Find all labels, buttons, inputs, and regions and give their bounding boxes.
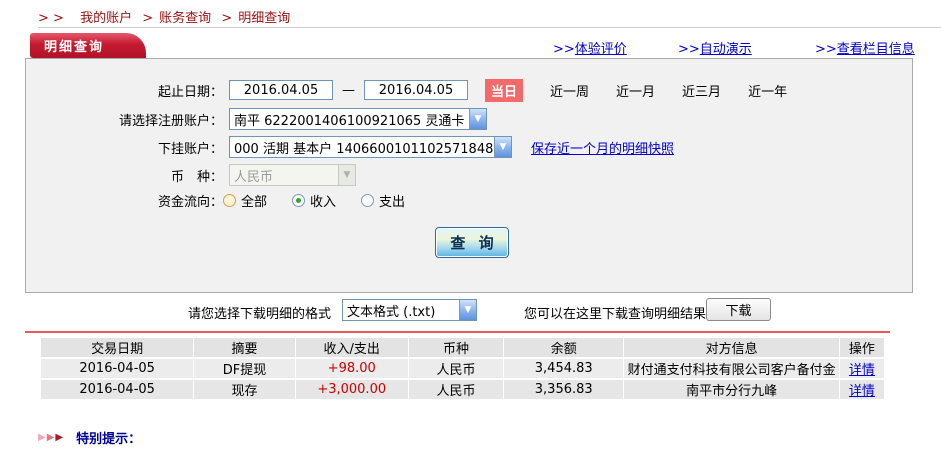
quick-range-today-button[interactable]: 当日 [485,78,524,102]
breadcrumb-separator: > [142,11,154,26]
save-snapshot-link[interactable]: 保存近一个月的明细快照 [531,138,674,157]
sub-account-select[interactable]: 000 活期 基本户 1406600101102571848 ▼ [229,136,512,158]
breadcrumb-item-detail-query[interactable]: 明细查询 [238,11,290,26]
detail-query-page: > > 我的账户 > 账务查询 > 明细查询 明细查询 >>体验评价 >>自动演示 … [0,0,941,455]
special-notice: ▶ ▶ ▶ 特别提示： [38,428,141,447]
dropdown-arrow-icon: ▼ [494,137,511,157]
transaction-table: 交易日期 摘要 收入/支出 币种 余额 对方信息 操作 2016-04-05 D… [40,336,885,401]
radio-icon[interactable] [361,193,375,207]
quick-range-week[interactable]: 近一周 [550,81,589,100]
registered-account-row: 请选择注册账户： 南平 6222001406100921065 灵通卡 ▼ [26,107,912,131]
radio-icon[interactable] [223,193,236,207]
quick-range-year[interactable]: 近一年 [748,81,787,100]
flow-direction-label: 资金流向： [157,194,223,210]
dropdown-arrow-icon: ▼ [459,300,476,320]
cell-balance: 3,454.83 [504,359,624,378]
query-form-panel: 起止日期： — 当日 近一周 近一月 近三月 近一年 请选择注册账户： 南平 6… [25,58,913,293]
breadcrumb-separator: > [221,11,233,26]
detail-link[interactable]: 详情 [849,384,875,399]
table-row: 2016-04-05 现存 +3,000.00 人民币 3,356.83 南平市… [41,380,884,399]
cell-currency: 人民币 [408,359,504,378]
download-hint: 您可以在这里下载查询明细结果 [524,307,707,322]
cell-date: 2016-04-05 [41,359,194,378]
end-date-input[interactable] [364,80,468,100]
column-header-balance: 余额 [504,338,624,357]
breadcrumb-prefix: > > [38,11,64,26]
cell-currency: 人民币 [408,380,504,399]
auto-demo-link[interactable]: >>自动演示 [678,38,752,57]
currency-row: 币 种： 人民币 ▼ [26,163,912,187]
cell-summary: DF提现 [194,359,295,378]
detail-link[interactable]: 详情 [849,363,875,378]
table-row: 2016-04-05 DF提现 +98.00 人民币 3,454.83 财付通支… [41,359,884,378]
download-format-label: 请您选择下载明细的格式 [188,307,332,322]
table-header-row: 交易日期 摘要 收入/支出 币种 余额 对方信息 操作 [41,338,884,357]
quick-range-month[interactable]: 近一月 [616,81,655,100]
sub-account-row: 下挂账户： 000 活期 基本户 1406600101102571848 ▼ 保… [26,135,912,159]
cell-balance: 3,356.83 [504,380,624,399]
column-header-summary: 摘要 [194,338,295,357]
cell-summary: 现存 [194,380,295,399]
experience-review-link[interactable]: >>体验评价 [553,38,627,57]
dropdown-arrow-icon: ▼ [469,109,486,129]
download-format-select[interactable]: 文本格式 (.txt) ▼ [342,299,477,321]
breadcrumb-item-account-query[interactable]: 账务查询 [159,11,211,26]
column-header-action: 操作 [839,338,884,357]
cell-counterparty: 南平市分行九峰 [624,380,839,399]
column-header-amount: 收入/支出 [295,338,408,357]
flow-radio-expense[interactable]: 支出 [361,191,405,210]
download-button[interactable]: 下载 [706,298,771,321]
header-divider [38,27,941,28]
notice-arrow-icon: ▶ [38,432,46,443]
start-date-input[interactable] [229,80,333,100]
breadcrumb-item-my-account[interactable]: 我的账户 [80,11,132,26]
page-title-tab: 明细查询 [30,33,146,58]
flow-radio-all[interactable]: 全部 [223,191,267,210]
cell-amount: +3,000.00 [295,380,408,399]
notice-arrow-icon: ▶ [46,432,55,443]
column-header-date: 交易日期 [41,338,194,357]
dropdown-arrow-icon: ▼ [338,165,355,185]
flow-direction-row: 资金流向： 全部 收入 支出 [26,190,912,210]
column-header-counterparty: 对方信息 [624,338,839,357]
date-range-dash: — [342,82,355,98]
download-row: 请您选择下载明细的格式 文本格式 (.txt) ▼ 您可以在这里下载查询明细结果… [0,298,941,324]
date-range-label: 起止日期： [157,84,223,100]
cell-counterparty: 财付通支付科技有限公司客户备付金 [624,359,839,378]
cell-action: 详情 [839,359,884,378]
sub-account-label: 下挂账户： [157,141,223,157]
notice-label: 特别提示： [76,432,142,447]
column-info-link[interactable]: >>查看栏目信息 [815,38,915,57]
registered-account-select[interactable]: 南平 6222001406100921065 灵通卡 ▼ [229,108,487,130]
cell-amount: +98.00 [295,359,408,378]
cell-action: 详情 [839,380,884,399]
currency-label: 币 种： [170,169,223,185]
cell-date: 2016-04-05 [41,380,194,399]
column-header-currency: 币种 [408,338,504,357]
notice-arrow-icon: ▶ [55,432,64,443]
query-button[interactable]: 查 询 [435,227,509,258]
date-range-row: 起止日期： — 当日 近一周 近一月 近三月 近一年 [26,78,912,102]
currency-select: 人民币 ▼ [229,164,356,186]
radio-selected-icon[interactable] [292,193,306,207]
breadcrumb: > > 我的账户 > 账务查询 > 明细查询 [38,7,290,26]
quick-range-quarter[interactable]: 近三月 [682,81,721,100]
flow-radio-income[interactable]: 收入 [292,191,336,210]
table-top-divider [25,331,890,333]
registered-account-label: 请选择注册账户： [118,113,223,129]
